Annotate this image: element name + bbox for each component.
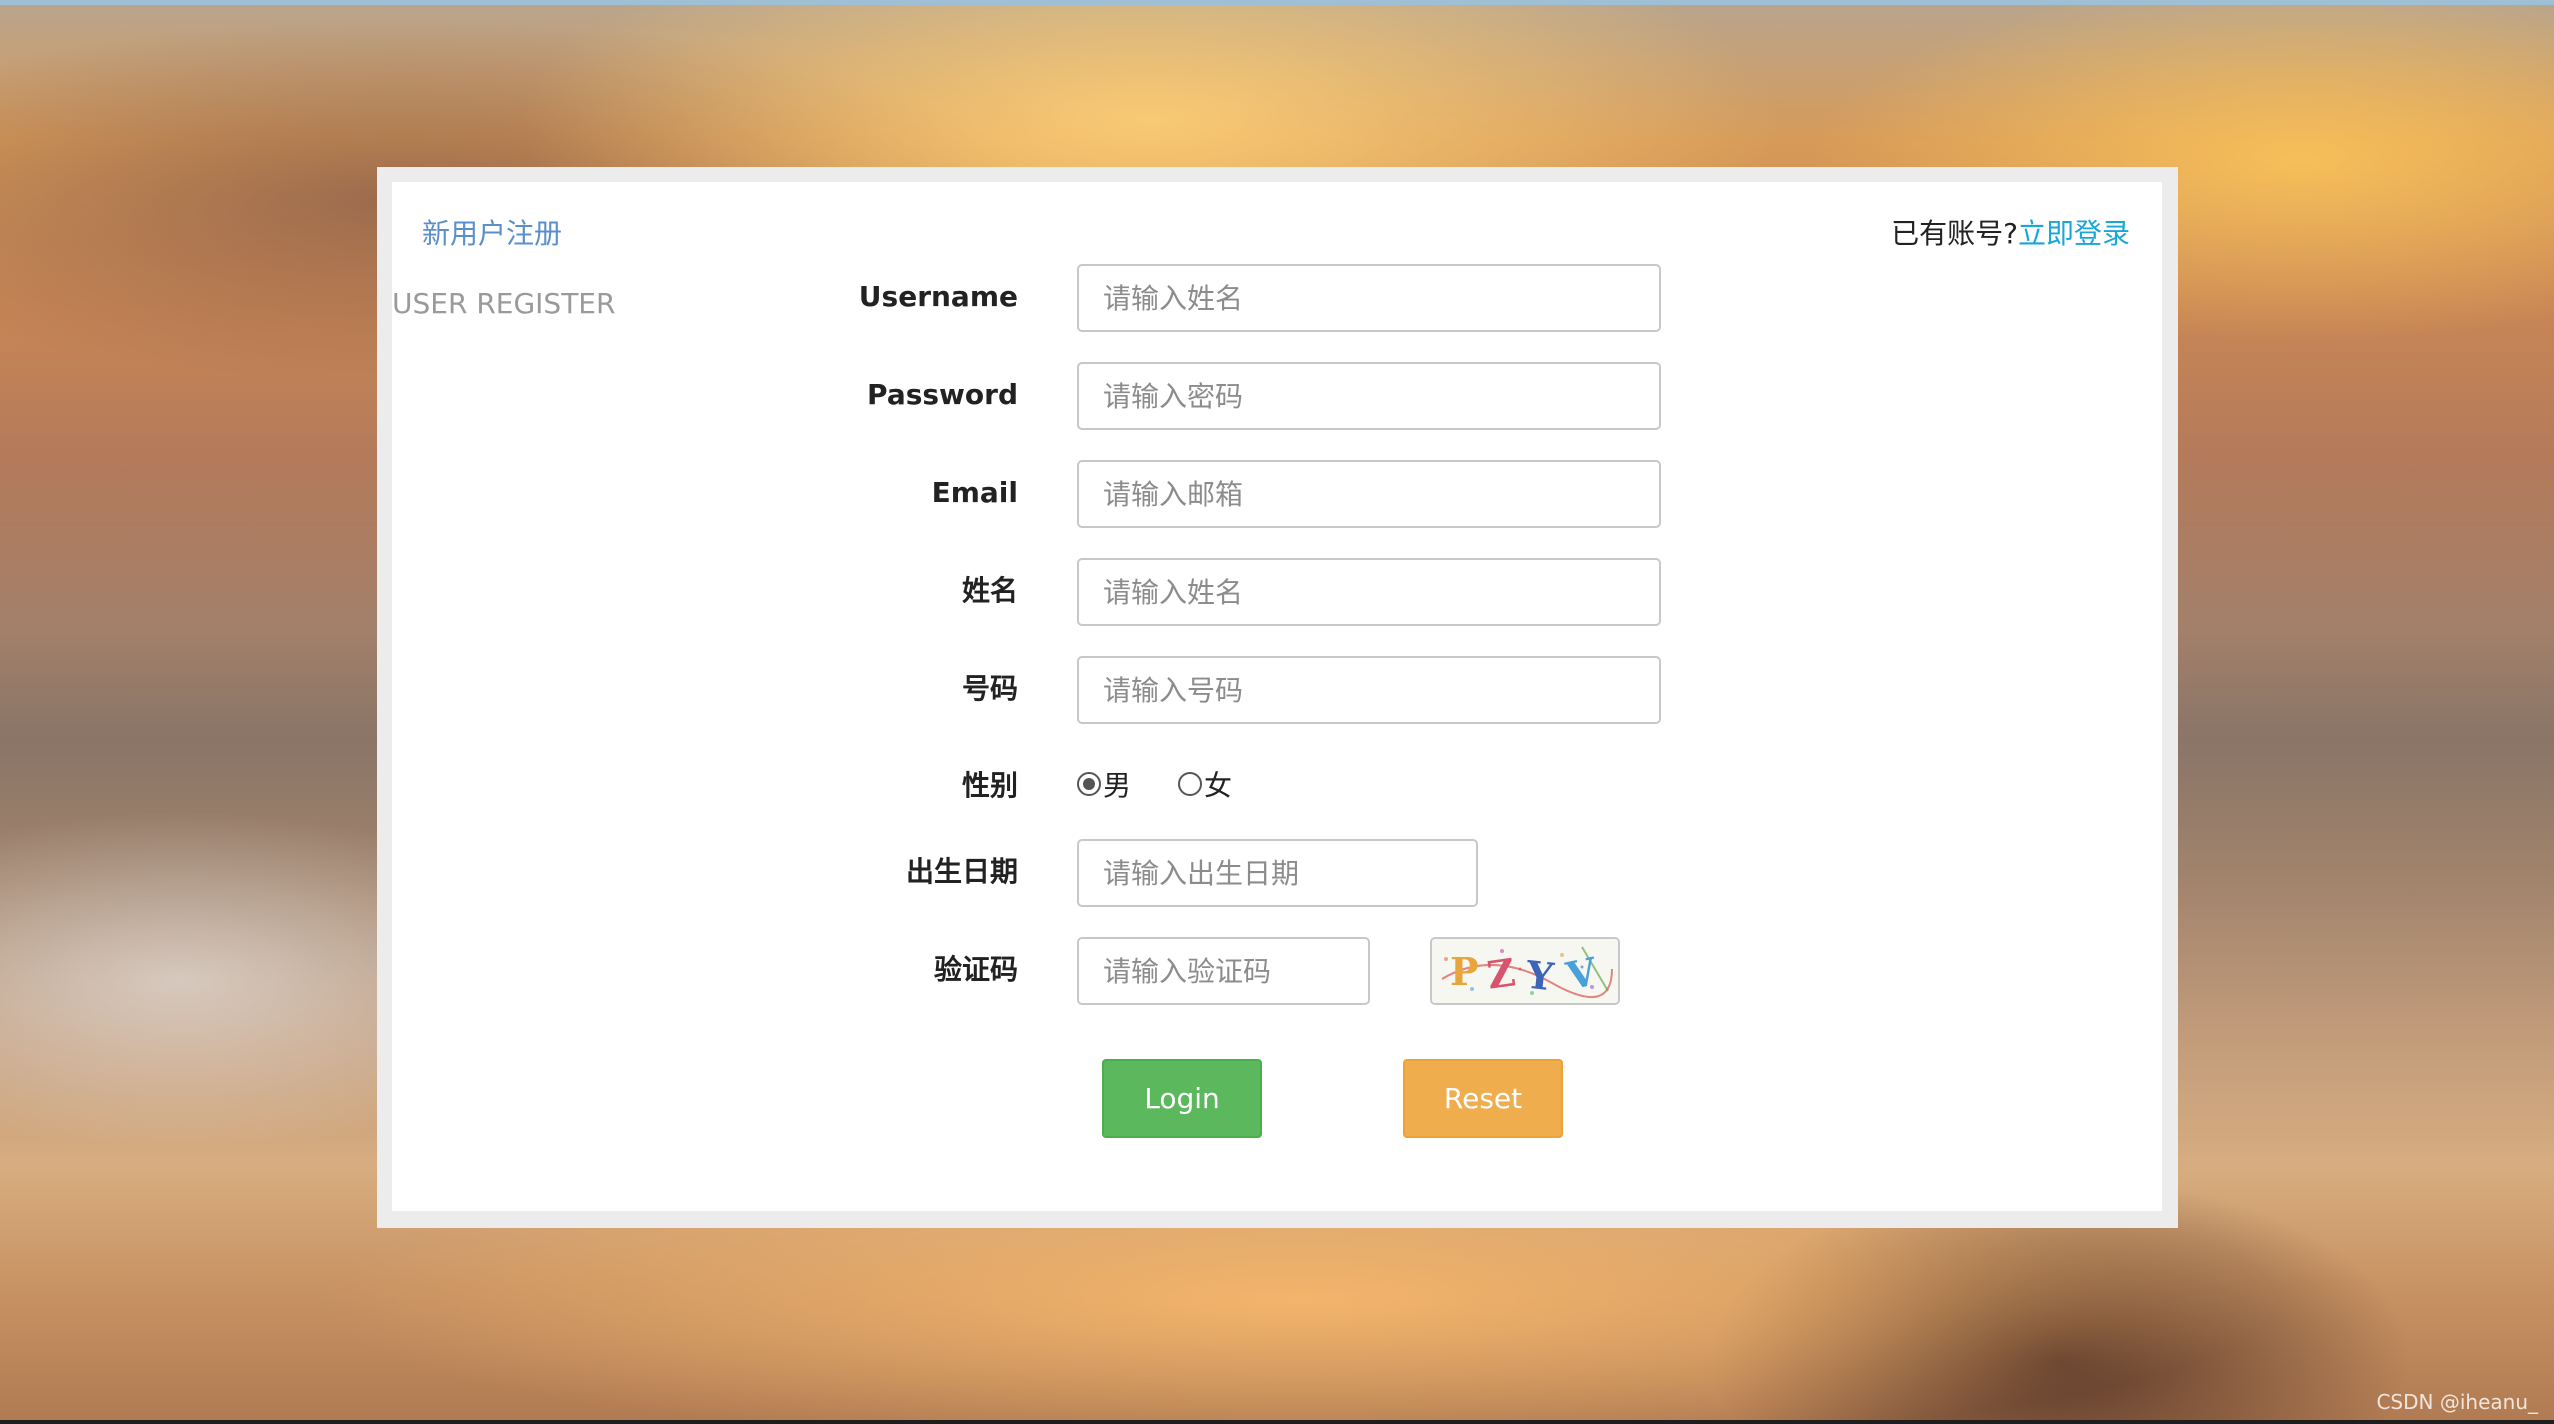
login-now-link[interactable]: 立即登录 [2018,217,2130,250]
window-bottom-border [0,1420,2554,1424]
username-label: Username [858,280,1018,313]
login-button[interactable]: Login [1102,1059,1262,1138]
have-account-text: 已有账号? [1891,217,2018,250]
email-input[interactable] [1077,460,1661,528]
captcha-graphic: P Z Y V [1432,939,1618,1003]
radio-dot [1083,778,1095,790]
username-input[interactable] [1077,264,1661,332]
birthday-input[interactable] [1077,839,1478,907]
gender-option-female[interactable]: 女 [1178,764,1232,804]
name-label: 姓名 [961,574,1018,607]
captcha-input[interactable] [1077,937,1370,1005]
password-label: Password [867,378,1018,411]
captcha-char-1: P [1450,949,1479,994]
window-top-border [0,0,2554,5]
email-label: Email [931,476,1018,509]
have-account-prompt: 已有账号?立即登录 [1891,214,2130,254]
captcha-image[interactable]: P Z Y V [1430,937,1620,1005]
password-input[interactable] [1077,362,1661,430]
birthday-label: 出生日期 [905,855,1018,888]
captcha-label: 验证码 [933,953,1018,986]
radio-male-checked[interactable] [1077,772,1101,796]
gender-male-label: 男 [1103,769,1132,802]
gender-option-male[interactable]: 男 [1077,764,1131,804]
new-user-title: 新用户注册 [422,217,563,250]
reset-button[interactable]: Reset [1403,1059,1563,1138]
phone-input[interactable] [1077,656,1661,724]
captcha-char-3: Y [1523,952,1557,1000]
gender-label: 性别 [961,769,1018,802]
gender-female-label: 女 [1204,769,1233,802]
watermark: CSDN @iheanu_ [2376,1390,2538,1414]
user-register-subtitle: USER REGISTER [392,287,616,320]
phone-label: 号码 [961,672,1018,705]
name-input[interactable] [1077,558,1661,626]
radio-female[interactable] [1178,772,1202,796]
